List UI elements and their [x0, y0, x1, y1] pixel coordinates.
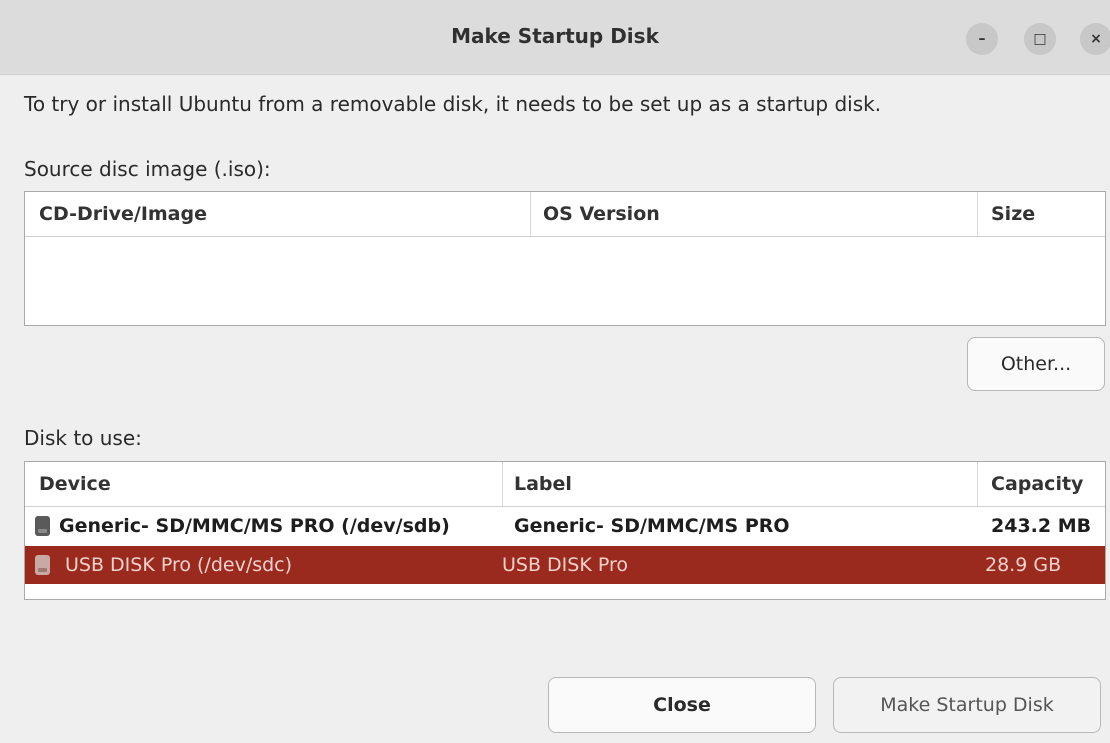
capacity-cell: 243.2 MB — [991, 515, 1092, 537]
close-button[interactable]: Close — [548, 677, 816, 733]
column-header-device[interactable]: Device — [39, 462, 111, 506]
source-label: Source disc image (.iso): — [24, 157, 271, 181]
column-header-capacity[interactable]: Capacity — [991, 462, 1083, 506]
intro-text: To try or install Ubuntu from a removabl… — [24, 92, 882, 116]
close-window-button[interactable]: × — [1080, 23, 1110, 55]
label-cell: USB DISK Pro — [502, 554, 628, 576]
other-button[interactable]: Other... — [967, 337, 1105, 391]
usb-drive-icon — [35, 555, 50, 575]
column-separator — [502, 462, 503, 506]
drive-icon — [35, 516, 50, 536]
column-header-os-version[interactable]: OS Version — [543, 192, 660, 236]
column-separator — [977, 462, 978, 506]
capacity-cell: 28.9 GB — [985, 554, 1062, 576]
make-startup-disk-button[interactable]: Make Startup Disk — [833, 677, 1101, 733]
column-header-size[interactable]: Size — [991, 192, 1035, 236]
column-separator — [530, 192, 531, 236]
disk-label: Disk to use: — [24, 426, 142, 450]
column-separator — [977, 192, 978, 236]
window-title: Make Startup Disk — [451, 24, 659, 48]
title-bar[interactable]: Make Startup Disk – □ × — [0, 0, 1110, 75]
label-cell: Generic- SD/MMC/MS PRO — [514, 515, 790, 537]
source-image-table[interactable]: CD-Drive/Image OS Version Size — [24, 191, 1106, 326]
minimize-button[interactable]: – — [966, 23, 998, 55]
disk-row-sdb[interactable]: Generic- SD/MMC/MS PRO (/dev/sdb) Generi… — [25, 507, 1105, 545]
column-header-cd-drive[interactable]: CD-Drive/Image — [39, 192, 207, 236]
disk-table[interactable]: Device Label Capacity Generic- SD/MMC/MS… — [24, 461, 1106, 600]
column-header-label[interactable]: Label — [514, 462, 572, 506]
disk-row-sdc-selected[interactable]: USB DISK Pro (/dev/sdc) USB DISK Pro 28.… — [25, 546, 1105, 584]
device-cell: Generic- SD/MMC/MS PRO (/dev/sdb) — [59, 515, 450, 537]
maximize-button[interactable]: □ — [1024, 23, 1056, 55]
source-table-header: CD-Drive/Image OS Version Size — [25, 192, 1105, 237]
disk-table-header: Device Label Capacity — [25, 462, 1105, 507]
device-cell: USB DISK Pro (/dev/sdc) — [65, 554, 293, 576]
make-startup-disk-window: Make Startup Disk – □ × To try or instal… — [0, 0, 1110, 743]
